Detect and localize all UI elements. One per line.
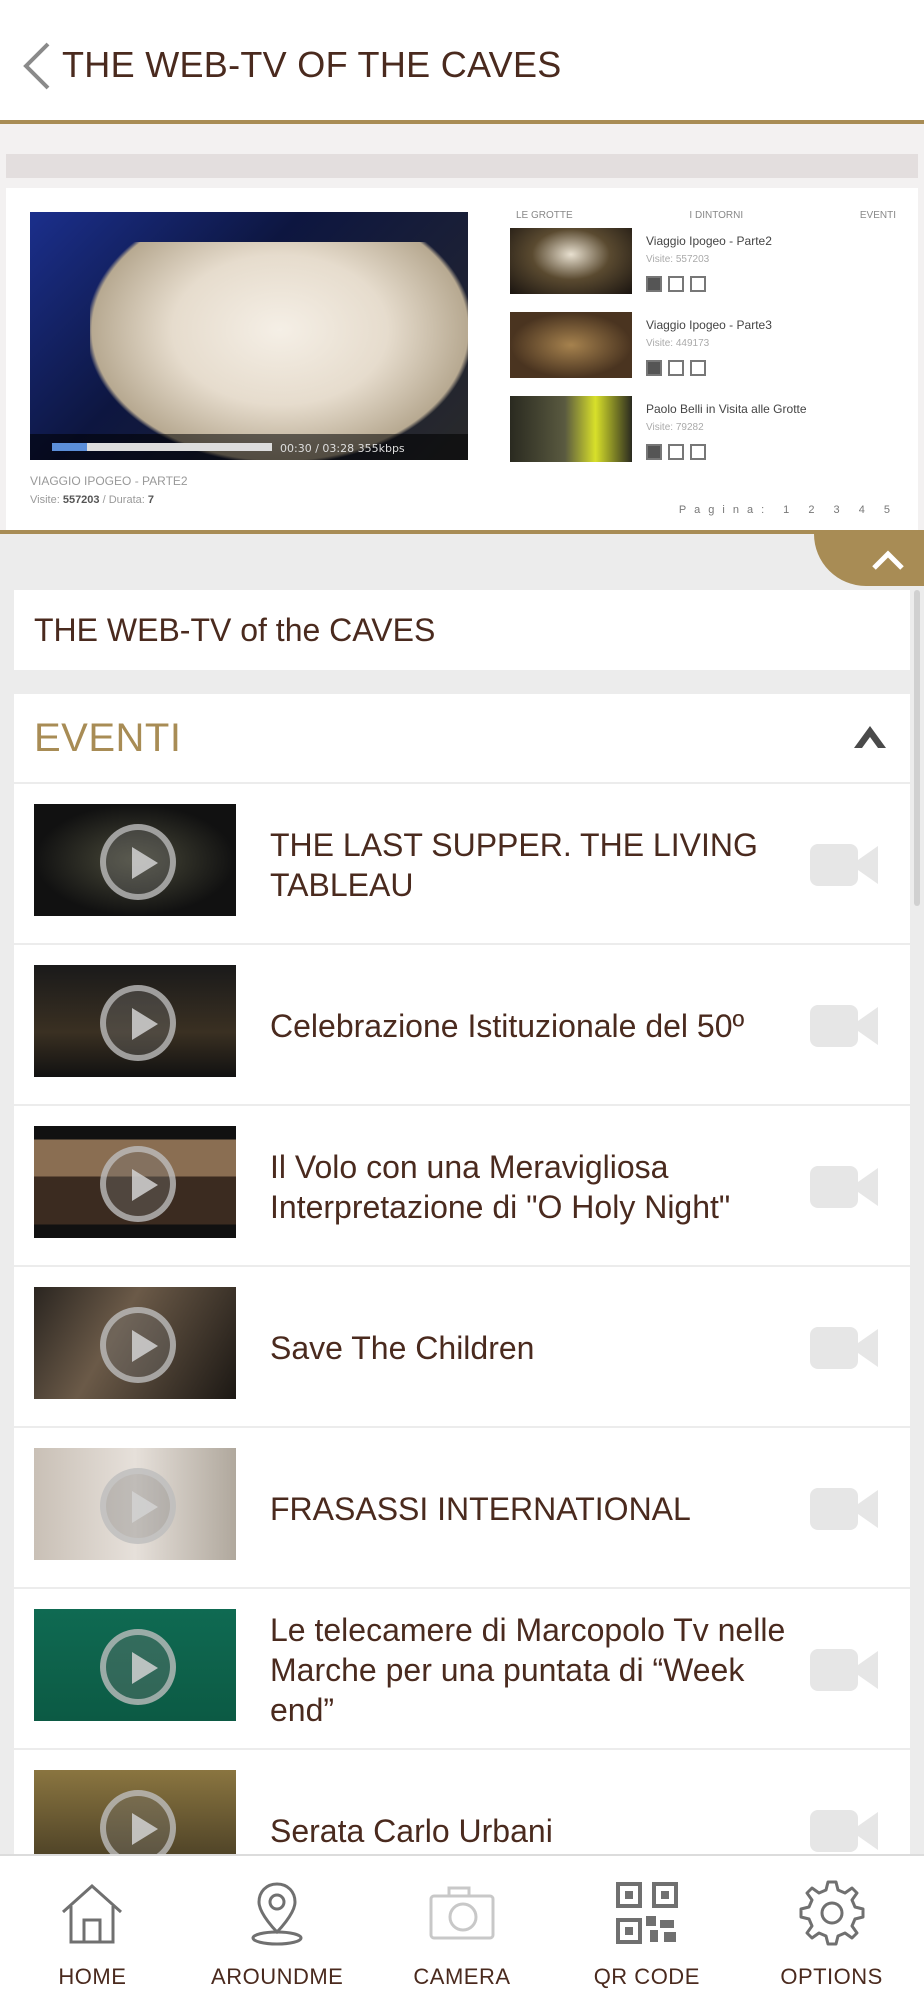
side-video-thumbnail xyxy=(510,312,632,378)
video-title: Save The Children xyxy=(270,1329,535,1366)
video-camera-icon[interactable] xyxy=(808,1162,880,1212)
webpage-preview[interactable]: 00:30 / 03:28 355kbps VIAGGIO IPOGEO - P… xyxy=(0,124,924,534)
category-header[interactable]: EVENTI xyxy=(14,694,910,784)
video-list-item[interactable]: FRASASSI INTERNATIONAL xyxy=(14,1428,910,1589)
player-time: 00:30 / 03:28 355kbps xyxy=(280,442,405,455)
side-video-item[interactable]: Paolo Belli in Visita alle Grotte Visite… xyxy=(510,396,910,466)
video-camera-icon[interactable] xyxy=(808,840,880,890)
nav-label: OPTIONS xyxy=(780,1964,883,1989)
video-list-item[interactable]: Serata Carlo Urbani xyxy=(14,1750,910,1854)
back-button[interactable] xyxy=(18,36,58,96)
side-video-actions xyxy=(646,444,706,460)
side-video-item[interactable]: Viaggio Ipogeo - Parte3 Visite: 449173 xyxy=(510,312,910,382)
side-video-thumbnail xyxy=(510,396,632,462)
play-icon xyxy=(100,1468,176,1544)
video-camera-icon[interactable] xyxy=(808,1484,880,1534)
video-title: Celebrazione Istituzionale del 50º xyxy=(270,1007,745,1044)
video-stats: Visite: 557203 / Durata: 7 xyxy=(30,494,154,506)
play-icon xyxy=(100,1146,176,1222)
nav-label: QR CODE xyxy=(593,1964,700,1989)
video-list: EVENTI THE LAST SUPPER. THE LIVING TABLE… xyxy=(14,694,910,1854)
play-icon xyxy=(100,985,176,1061)
visits-value: 557203 xyxy=(62,494,100,506)
preview-pager: Pagina: 1 2 3 4 5 xyxy=(678,504,898,516)
gear-icon xyxy=(799,1880,865,1946)
scrollbar[interactable] xyxy=(914,590,920,906)
video-list-item[interactable]: Save The Children xyxy=(14,1267,910,1428)
side-video-title: Paolo Belli in Visita alle Grotte xyxy=(646,402,807,416)
side-video-thumbnail xyxy=(510,228,632,294)
video-frame xyxy=(90,242,468,460)
nav-options[interactable]: OPTIONS xyxy=(739,1856,924,2000)
video-thumbnail xyxy=(34,1126,236,1238)
video-title: Serata Carlo Urbani xyxy=(270,1812,553,1849)
duration-label: / Durata: xyxy=(102,494,145,506)
preview-tabs: LE GROTTE I DINTORNI EVENTI xyxy=(516,210,896,221)
visits-label: Visite: xyxy=(30,494,60,506)
video-thumbnail xyxy=(34,804,236,916)
side-video-actions xyxy=(646,360,706,376)
video-title: Il Volo con una Meravigliosa Interpretaz… xyxy=(270,1148,731,1225)
video-title: THE LAST SUPPER. THE LIVING TABLEAU xyxy=(270,826,758,903)
side-video-visits: Visite: 557203 xyxy=(646,254,710,265)
play-icon xyxy=(100,824,176,900)
preview-tab[interactable]: LE GROTTE xyxy=(516,210,573,221)
player-progress[interactable] xyxy=(52,443,272,451)
video-thumbnail xyxy=(34,1448,236,1560)
side-video-visits: Visite: 79282 xyxy=(646,422,704,433)
video-camera-icon[interactable] xyxy=(808,1323,880,1373)
chevron-left-icon xyxy=(23,42,50,90)
video-camera-icon[interactable] xyxy=(808,1001,880,1051)
home-icon xyxy=(62,1883,123,1944)
side-video-visits: Visite: 449173 xyxy=(646,338,710,349)
bottom-navigation: HOME AROUNDME CAMERA QR CODE OPTIONS xyxy=(0,1854,924,2000)
video-title: FRASASSI INTERNATIONAL xyxy=(270,1490,691,1527)
play-icon xyxy=(100,1307,176,1383)
qr-code-icon xyxy=(615,1882,678,1944)
preview-tab[interactable]: EVENTI xyxy=(860,210,896,221)
preview-strip xyxy=(6,154,918,178)
chevron-up-icon xyxy=(872,550,904,570)
video-thumbnail xyxy=(34,1770,236,1854)
play-icon xyxy=(100,1790,176,1854)
nav-label: HOME xyxy=(58,1964,127,1989)
caret-up-icon[interactable] xyxy=(850,722,890,756)
side-video-item[interactable]: Viaggio Ipogeo - Parte2 Visite: 557203 xyxy=(510,228,910,298)
video-player[interactable]: 00:30 / 03:28 355kbps xyxy=(30,212,468,460)
video-list-item[interactable]: Celebrazione Istituzionale del 50º xyxy=(14,945,910,1106)
side-video-title: Viaggio Ipogeo - Parte3 xyxy=(646,318,772,332)
video-thumbnail xyxy=(34,1287,236,1399)
video-thumbnail xyxy=(34,1609,236,1721)
side-video-actions xyxy=(646,276,706,292)
player-controls[interactable]: 00:30 / 03:28 355kbps xyxy=(30,434,468,460)
collapse-preview-button[interactable] xyxy=(814,534,924,586)
nav-label: AROUNDME xyxy=(211,1964,344,1989)
video-list-item[interactable]: Le telecamere di Marcopolo Tv nelle Marc… xyxy=(14,1589,910,1750)
app-header: THE WEB-TV OF THE CAVES xyxy=(0,0,924,124)
section-title: THE WEB-TV of the CAVES xyxy=(34,612,436,648)
video-caption: VIAGGIO IPOGEO - PARTE2 xyxy=(30,474,188,488)
section-title-card: THE WEB-TV of the CAVES xyxy=(14,590,910,670)
nav-home[interactable]: HOME xyxy=(0,1856,185,2000)
location-pin-icon xyxy=(251,1882,303,1946)
nav-label: CAMERA xyxy=(413,1964,511,1989)
video-camera-icon[interactable] xyxy=(808,1806,880,1854)
preview-tab[interactable]: I DINTORNI xyxy=(689,210,743,221)
video-list-item[interactable]: THE LAST SUPPER. THE LIVING TABLEAU xyxy=(14,784,910,945)
nav-aroundme[interactable]: AROUNDME xyxy=(185,1856,370,2000)
video-title: Le telecamere di Marcopolo Tv nelle Marc… xyxy=(270,1611,786,1728)
play-icon xyxy=(100,1629,176,1705)
category-label: EVENTI xyxy=(34,716,182,760)
nav-camera[interactable]: CAMERA xyxy=(370,1856,555,2000)
video-thumbnail xyxy=(34,965,236,1077)
video-list-item[interactable]: Il Volo con una Meravigliosa Interpretaz… xyxy=(14,1106,910,1267)
camera-icon xyxy=(429,1886,495,1940)
nav-qr-code[interactable]: QR CODE xyxy=(554,1856,739,2000)
video-camera-icon[interactable] xyxy=(808,1645,880,1695)
duration-value: 7 xyxy=(147,494,154,506)
preview-panel: 00:30 / 03:28 355kbps VIAGGIO IPOGEO - P… xyxy=(6,188,918,530)
side-video-title: Viaggio Ipogeo - Parte2 xyxy=(646,234,772,248)
page-title: THE WEB-TV OF THE CAVES xyxy=(62,44,562,85)
